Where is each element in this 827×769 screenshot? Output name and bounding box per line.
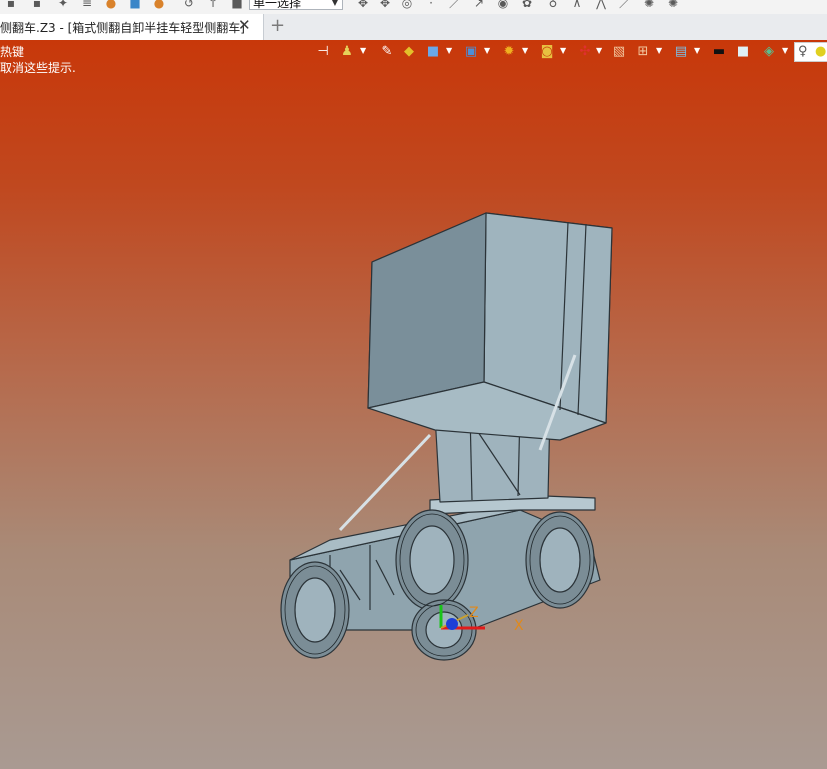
z-axis-label: Z — [469, 605, 479, 621]
main-toolbar: ▪ ▪ ✦ ≡ ● ■ ● ↺ ↑ ■ 单一选择 ▼ ✥ ✥ ◎ · ／ ↗ ◉… — [0, 0, 827, 15]
undo-icon[interactable]: ↺ — [182, 0, 196, 10]
selection-filter-select[interactable]: 单一选择 ▼ — [249, 0, 343, 10]
slash-icon[interactable]: ／ — [618, 0, 632, 10]
add-tab-button[interactable]: + — [270, 15, 285, 36]
settings-icon[interactable]: ✺ — [642, 0, 656, 10]
dump-trailer-model[interactable] — [0, 40, 827, 769]
pick-icon[interactable]: ✥ — [356, 0, 370, 10]
selection-filter-value: 单一选择 — [253, 0, 302, 10]
new-icon[interactable]: ▪ — [4, 0, 18, 10]
pick-face-icon[interactable]: ◎ — [400, 0, 414, 10]
pin-icon[interactable]: ✦ — [56, 0, 70, 10]
angle-icon[interactable]: ∧ — [570, 0, 584, 10]
tab-document-label: 侧翻车.Z3 - [箱式侧翻自卸半挂车轻型侧翻车] — [0, 21, 245, 35]
filter-icon[interactable]: ■ — [230, 0, 244, 10]
document-tab-bar: 侧翻车.Z3 - [箱式侧翻自卸半挂车轻型侧翻车] ✕ + — [0, 14, 827, 41]
list-icon[interactable]: ≡ — [80, 0, 94, 10]
sketch-icon[interactable]: ⋀ — [594, 0, 608, 10]
marker-icon[interactable]: ♁ — [546, 0, 560, 10]
settings-alt-icon[interactable]: ✺ — [666, 0, 680, 10]
arrow-tool-icon[interactable]: ↗ — [472, 0, 486, 10]
render-icon[interactable]: ● — [152, 0, 166, 10]
x-axis-label: X — [514, 618, 524, 634]
pick-point-icon[interactable]: · — [424, 0, 438, 10]
circle-target-icon[interactable]: ◉ — [496, 0, 510, 10]
cursor-icon[interactable]: ↑ — [206, 0, 220, 10]
line-tool-icon[interactable]: ／ — [448, 0, 462, 10]
tab-document[interactable]: 侧翻车.Z3 - [箱式侧翻自卸半挂车轻型侧翻车] ✕ — [0, 14, 264, 40]
pick-edge-icon[interactable]: ✥ — [378, 0, 392, 10]
close-icon[interactable]: ✕ — [238, 16, 251, 34]
view-manager-icon[interactable]: ■ — [128, 0, 142, 10]
palette-icon[interactable]: ● — [104, 0, 118, 10]
chevron-down-icon: ▼ — [331, 0, 338, 7]
3d-viewport[interactable]: 热键 取消这些提示. ⊣ ♟ ▼ ✎ ◆ ■ ▼ ▣ ▼ ✹ ▼ ◙ ▼ ✣ ▼… — [0, 40, 827, 769]
rotate-icon[interactable]: ✿ — [520, 0, 534, 10]
open-icon[interactable]: ▪ — [30, 0, 44, 10]
